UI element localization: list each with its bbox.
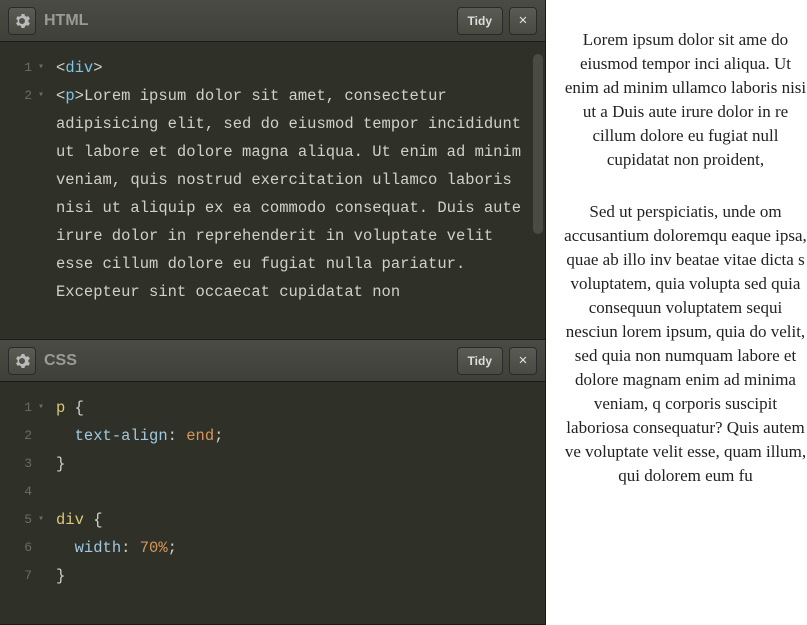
- css-panel-header: CSS Tidy ✕: [0, 340, 545, 382]
- css-header-actions: Tidy ✕: [457, 347, 537, 375]
- css-gutter: 1234567: [0, 382, 38, 624]
- css-code-area[interactable]: 1234567 p { text-align: end;}div { width…: [0, 382, 545, 624]
- gear-icon: [14, 353, 30, 369]
- html-gutter: 12: [0, 42, 38, 339]
- preview-pane: Lorem ipsum dolor sit ame do eiusmod tem…: [546, 0, 807, 625]
- preview-paragraph-2: Sed ut perspiciatis, unde om accusantium…: [564, 200, 807, 488]
- editor-column: HTML Tidy ✕ 12 <div><p>Lorem ipsum dolor…: [0, 0, 546, 625]
- html-code-body[interactable]: <div><p>Lorem ipsum dolor sit amet, cons…: [38, 42, 545, 339]
- css-panel: CSS Tidy ✕ 1234567 p { text-align: end;}…: [0, 340, 545, 625]
- html-panel: HTML Tidy ✕ 12 <div><p>Lorem ipsum dolor…: [0, 0, 545, 340]
- css-panel-title: CSS: [44, 352, 449, 370]
- html-panel-title: HTML: [44, 12, 449, 30]
- close-icon: ✕: [519, 12, 527, 29]
- preview-paragraph-1: Lorem ipsum dolor sit ame do eiusmod tem…: [564, 28, 807, 172]
- html-panel-header: HTML Tidy ✕: [0, 0, 545, 42]
- css-close-button[interactable]: ✕: [509, 347, 537, 375]
- html-code-area[interactable]: 12 <div><p>Lorem ipsum dolor sit amet, c…: [0, 42, 545, 339]
- html-close-button[interactable]: ✕: [509, 7, 537, 35]
- css-code-body[interactable]: p { text-align: end;}div { width: 70%;}: [38, 382, 545, 624]
- html-header-actions: Tidy ✕: [457, 7, 537, 35]
- html-tidy-button[interactable]: Tidy: [457, 7, 503, 35]
- close-icon: ✕: [519, 352, 527, 369]
- css-tidy-button[interactable]: Tidy: [457, 347, 503, 375]
- gear-icon: [14, 13, 30, 29]
- html-scrollbar[interactable]: [533, 54, 543, 234]
- css-settings-button[interactable]: [8, 347, 36, 375]
- html-settings-button[interactable]: [8, 7, 36, 35]
